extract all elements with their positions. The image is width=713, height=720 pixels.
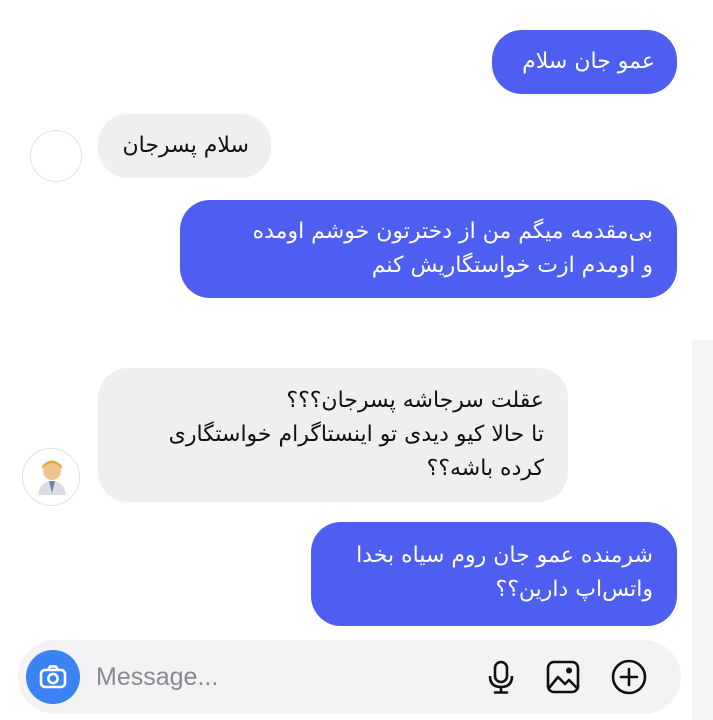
- received-message-bubble[interactable]: سلام پسرجان: [98, 114, 271, 178]
- scroll-edge: [692, 340, 713, 720]
- camera-icon: [39, 665, 67, 689]
- voice-message-button[interactable]: [480, 656, 522, 698]
- sent-message-bubble[interactable]: شرمنده عمو جان روم سیاه بخدا واتس‌اپ دار…: [311, 522, 677, 626]
- gallery-icon: [546, 660, 580, 694]
- microphone-icon: [488, 660, 514, 694]
- person-avatar-icon: [38, 460, 66, 495]
- camera-button[interactable]: [26, 650, 80, 704]
- gallery-button[interactable]: [542, 656, 584, 698]
- chat-screen: عمو جان سلام سلام پسرجان بی‌مقدمه میگم م…: [0, 0, 713, 720]
- message-composer: [18, 640, 681, 714]
- message-input[interactable]: [96, 655, 396, 699]
- contact-avatar[interactable]: [30, 130, 82, 182]
- received-message-bubble[interactable]: عقلت سرجاشه پسرجان؟؟؟ تا حالا کیو دیدی ت…: [98, 368, 568, 502]
- contact-avatar[interactable]: [22, 448, 80, 506]
- add-icon: [611, 659, 647, 695]
- sent-message-bubble[interactable]: بی‌مقدمه میگم من از دخترتون خوشم اومده و…: [180, 200, 677, 298]
- add-button[interactable]: [608, 656, 650, 698]
- sent-message-bubble[interactable]: عمو جان سلام: [492, 30, 677, 94]
